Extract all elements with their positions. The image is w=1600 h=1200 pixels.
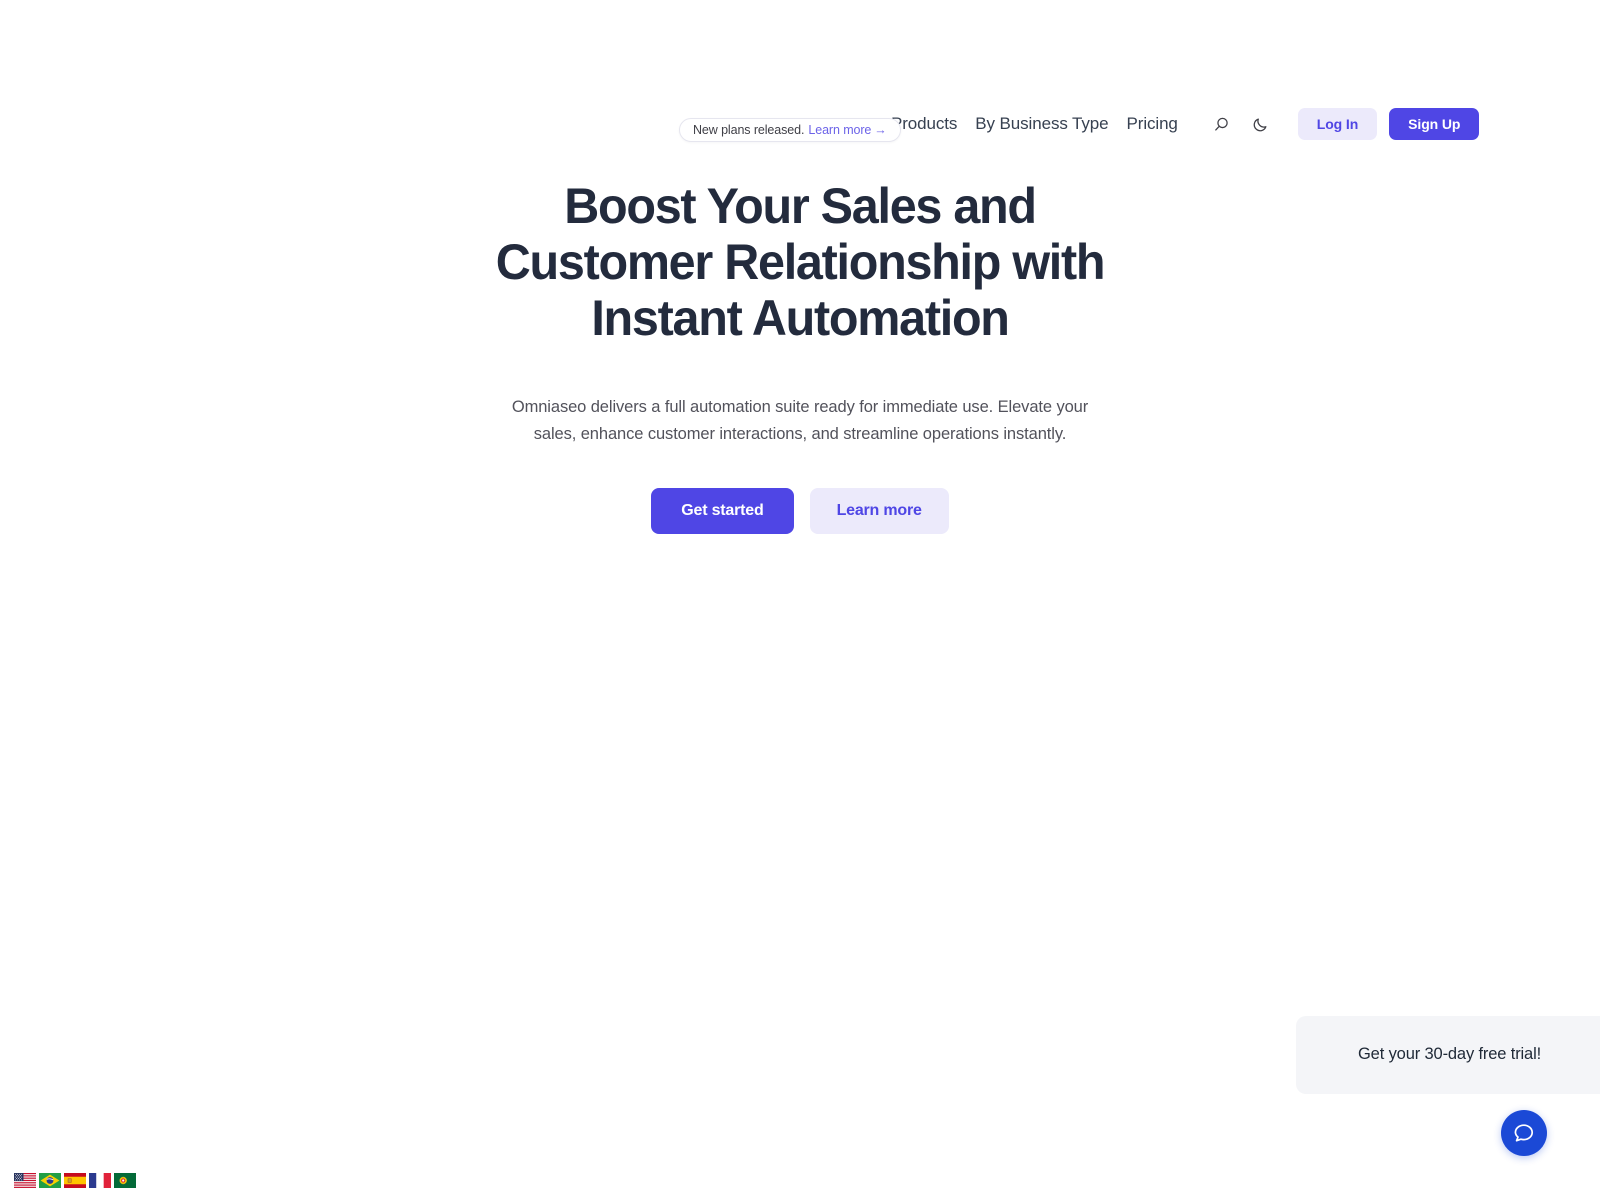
hero-cta-group: Get started Learn more xyxy=(0,488,1600,535)
france-flag[interactable] xyxy=(89,1173,111,1188)
page-root: Products By Business Type Pricing Log In… xyxy=(0,0,1600,1200)
brazil-flag[interactable] xyxy=(39,1173,61,1188)
united-states-flag[interactable] xyxy=(14,1173,36,1188)
login-button[interactable]: Log In xyxy=(1297,108,1378,140)
learn-more-button[interactable]: Learn more xyxy=(809,488,949,535)
announcement-banner[interactable]: New plans released. Learn more → xyxy=(679,118,901,142)
hero-section: Boost Your Sales and Customer Relationsh… xyxy=(0,178,1600,535)
nav-link-pricing[interactable]: Pricing xyxy=(1118,114,1187,134)
chat-bubble-icon[interactable] xyxy=(1501,1110,1547,1156)
spain-flag[interactable] xyxy=(64,1173,86,1188)
get-started-button[interactable]: Get started xyxy=(651,488,794,535)
search-icon[interactable] xyxy=(1207,109,1237,139)
portugal-flag[interactable] xyxy=(114,1173,136,1188)
hero-subtitle: Omniaseo delivers a full automation suit… xyxy=(511,398,1089,443)
signup-button[interactable]: Sign Up xyxy=(1389,108,1480,140)
arrow-right-icon: → xyxy=(874,123,887,137)
language-switcher xyxy=(14,1173,136,1188)
chat-teaser-text: Get your 30-day free trial! xyxy=(1358,1045,1542,1064)
announcement-text: New plans released. xyxy=(693,123,805,137)
chat-teaser-bubble[interactable]: Get your 30-day free trial! xyxy=(1296,1016,1600,1094)
announcement-learn-more-link[interactable]: Learn more xyxy=(808,123,871,137)
nav-link-by-business-type[interactable]: By Business Type xyxy=(966,114,1117,134)
nav-items-group: Products By Business Type Pricing Log In… xyxy=(882,107,1480,141)
page-title: Boost Your Sales and Customer Relationsh… xyxy=(495,178,1106,346)
moon-icon[interactable] xyxy=(1246,109,1276,139)
